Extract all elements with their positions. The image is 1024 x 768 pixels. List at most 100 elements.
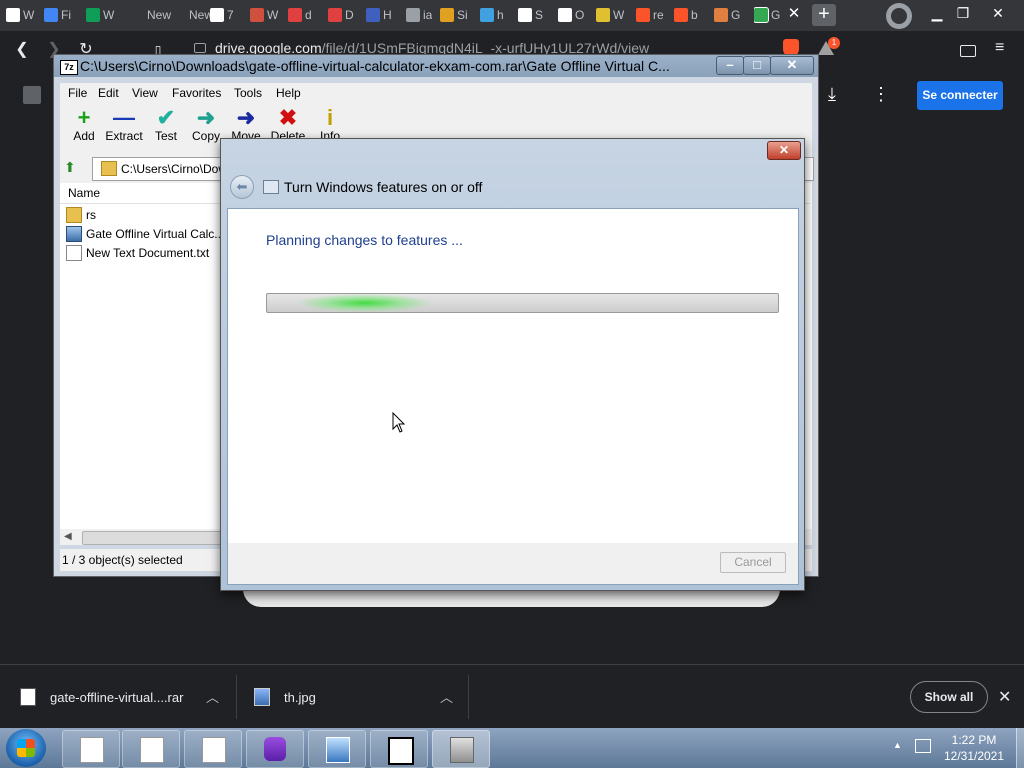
7zip-maximize-button[interactable]: □ — [743, 56, 771, 75]
dialog-reflection — [243, 589, 780, 607]
show-hidden-icons[interactable]: ▲ — [893, 740, 902, 750]
tab-label: d — [305, 8, 312, 22]
browser-tab[interactable]: G — [714, 4, 740, 26]
start-button[interactable] — [6, 729, 46, 767]
file-row[interactable]: Gate Offline Virtual Calc... — [66, 224, 224, 243]
chevron-up-icon[interactable]: ︿ — [206, 687, 219, 706]
browser-tab[interactable]: New — [172, 4, 213, 26]
browser-tab[interactable]: S — [518, 4, 543, 26]
tab-label: H — [383, 8, 392, 22]
7zip-minimize-button[interactable]: – — [716, 56, 744, 75]
browser-tab[interactable]: W — [596, 4, 624, 26]
colorful-icon — [440, 8, 454, 22]
show-desktop-button[interactable] — [1016, 728, 1024, 768]
system-clock[interactable]: 1:22 PM 12/31/2021 — [936, 732, 1012, 764]
browser-tab[interactable]: W — [86, 4, 114, 26]
browser-tab[interactable]: G — [754, 4, 780, 26]
taskbar: ▲ 1:22 PM 12/31/2021 — [0, 728, 1024, 768]
browser-menu-icon[interactable]: ≡ — [995, 39, 1004, 57]
taskbar-brave[interactable] — [246, 730, 304, 768]
more-options-icon[interactable]: ⋮ — [872, 84, 890, 104]
profile-menu-button[interactable] — [886, 3, 912, 29]
browser-tab[interactable]: O — [558, 4, 584, 26]
browser-tab[interactable]: Si — [440, 4, 468, 26]
cancel-button[interactable]: Cancel — [720, 552, 786, 573]
browser-tab[interactable]: ia — [406, 4, 432, 26]
restore-window-button[interactable]: ❐ — [950, 2, 976, 24]
minimize-window-button[interactable]: ▁ — [924, 2, 950, 24]
taskbar-7zip[interactable] — [370, 730, 428, 768]
globe-icon — [406, 8, 420, 22]
browser-tab[interactable]: H — [366, 4, 392, 26]
taskbar-image-viewer[interactable] — [308, 730, 366, 768]
tab-label: W — [103, 8, 115, 22]
browser-tab[interactable]: New — [130, 4, 171, 26]
back-arrow-icon[interactable]: ⬅ — [230, 175, 254, 199]
menu-item-tools[interactable]: Tools — [234, 86, 262, 100]
folder-icon — [101, 161, 117, 176]
network-icon[interactable] — [915, 739, 931, 753]
taskbar-notepad[interactable] — [184, 730, 242, 768]
close-icon[interactable]: ✕ — [998, 687, 1011, 707]
close-tab-icon[interactable]: ✕ — [786, 6, 802, 22]
file-row[interactable]: New Text Document.txt — [66, 243, 209, 262]
menu-item-edit[interactable]: Edit — [98, 86, 119, 100]
browser-tab[interactable]: D — [328, 4, 354, 26]
back-icon[interactable]: ❮ — [12, 40, 32, 60]
browser-tab[interactable]: h — [480, 4, 504, 26]
github-icon — [518, 8, 532, 22]
close-window-button[interactable]: ✕ — [985, 2, 1011, 24]
tab-label: Si — [457, 8, 468, 22]
up-folder-icon[interactable]: ⬆ — [64, 159, 84, 177]
notepad-icon — [80, 737, 104, 763]
tab-label: W — [267, 8, 279, 22]
menu-item-favorites[interactable]: Favorites — [172, 86, 221, 100]
path-text: C:\Users\Cirno\Dow — [121, 162, 228, 176]
divider — [236, 675, 237, 719]
new-tab-button[interactable]: + — [812, 4, 836, 26]
7zip-close-button[interactable]: ✕ — [770, 56, 814, 75]
tab-label: Fi — [61, 8, 71, 22]
taskbar-notepad[interactable] — [62, 730, 120, 768]
taskbar-windows-features[interactable] — [432, 730, 490, 768]
windows-logo-icon — [17, 739, 35, 757]
windows-features-icon — [263, 180, 279, 194]
download-item[interactable]: th.jpg — [254, 665, 316, 729]
tab-label: G — [771, 8, 781, 22]
brave-icon — [264, 737, 286, 761]
chevron-up-icon[interactable]: ︿ — [440, 687, 453, 706]
download-name: gate-offline-virtual....rar — [50, 689, 184, 705]
page-icon — [250, 8, 264, 22]
browser-tab[interactable]: re — [636, 4, 664, 26]
download-name: th.jpg — [284, 689, 316, 705]
drive-file-icon — [23, 86, 41, 104]
extract-button[interactable]: — Extract — [100, 107, 148, 144]
browser-tab[interactable]: b — [674, 4, 698, 26]
browser-tab[interactable]: 7 — [210, 4, 234, 26]
menu-item-file[interactable]: File — [68, 86, 87, 100]
tab-label: D — [345, 8, 354, 22]
show-all-button[interactable]: Show all — [910, 681, 988, 713]
taskbar-notepad[interactable] — [122, 730, 180, 768]
sign-in-button[interactable]: Se connecter — [917, 81, 1003, 110]
download-icon[interactable]: ⤓ — [822, 84, 842, 104]
7zip-menu-bar: File Edit View Favorites Tools Help — [60, 83, 812, 103]
browser-tab-strip: W Fi W New New 7 Wd D Hia Si h S O Wre b G G ✕ + ▁ ❐ ✕ — [0, 0, 1024, 31]
move-icon: ➜ — [236, 105, 256, 130]
menu-item-help[interactable]: Help — [276, 86, 301, 100]
browser-tab[interactable]: d — [288, 4, 312, 26]
file-row[interactable]: rs — [66, 205, 96, 224]
menu-item-view[interactable]: View — [132, 86, 158, 100]
browser-tab[interactable]: W — [6, 4, 34, 26]
folder-icon — [66, 206, 82, 223]
browser-tab[interactable]: Fi — [44, 4, 71, 26]
scroll-left-icon[interactable]: ◀ — [64, 529, 72, 545]
download-item[interactable]: gate-offline-virtual....rar — [20, 665, 183, 729]
wix-icon — [558, 8, 572, 22]
text-file-icon — [66, 244, 82, 261]
scroll-thumb[interactable] — [82, 531, 224, 545]
tab-label: New — [147, 8, 172, 22]
wallet-icon[interactable] — [960, 45, 976, 57]
dialog-close-button[interactable]: ✕ — [767, 141, 801, 160]
browser-tab[interactable]: W — [250, 4, 278, 26]
